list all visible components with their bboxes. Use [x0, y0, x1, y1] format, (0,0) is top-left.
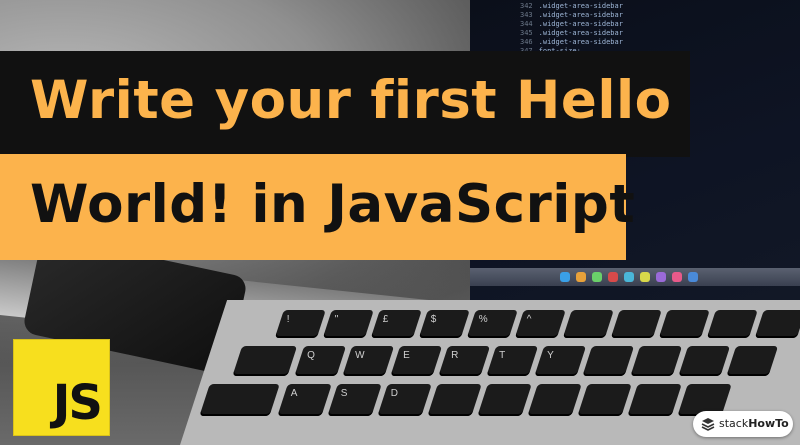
- headline-line-2: World! in JavaScript: [30, 174, 636, 235]
- stack-icon: [701, 418, 715, 431]
- keyboard-key: A: [277, 384, 332, 416]
- code-line: 345 .widget-area-sidebar: [520, 29, 623, 37]
- keyboard-key: [610, 310, 662, 338]
- app-icon: [656, 272, 666, 282]
- keyboard-key: Y: [534, 346, 587, 376]
- keyboard-key: W: [342, 346, 395, 376]
- keyboard-key: D: [377, 384, 432, 416]
- keyboard-key: [726, 346, 779, 376]
- keyboard-key: [678, 346, 731, 376]
- keyboard-key: [232, 346, 298, 376]
- keyboard-key: [582, 346, 635, 376]
- keyboard-key: [427, 384, 482, 416]
- brand-name: stackHowTo: [719, 417, 789, 430]
- keyboard-key: [627, 384, 682, 416]
- app-icon: [624, 272, 634, 282]
- keyboard-key: ^: [514, 310, 566, 338]
- thumbnail-canvas: 342 .widget-area-sidebar 343 .widget-area-…: [0, 0, 800, 445]
- app-icon: [608, 272, 618, 282]
- keyboard-key: £: [370, 310, 422, 338]
- keyboard-key: [658, 310, 710, 338]
- app-icon: [640, 272, 650, 282]
- keyboard-key: [706, 310, 758, 338]
- keyboard-key: [630, 346, 683, 376]
- keyboard-key: $: [418, 310, 470, 338]
- keyboard-key: S: [327, 384, 382, 416]
- app-icon: [576, 272, 586, 282]
- app-icon: [672, 272, 682, 282]
- code-line: 342 .widget-area-sidebar: [520, 2, 623, 10]
- keyboard-key: Q: [294, 346, 347, 376]
- keyboard-key: !: [274, 310, 326, 338]
- keyboard-key: %: [466, 310, 518, 338]
- keyboard-key: [754, 310, 800, 338]
- keyboard-key: [562, 310, 614, 338]
- app-icon: [592, 272, 602, 282]
- code-line: 343 .widget-area-sidebar: [520, 11, 623, 19]
- keyboard-key: [527, 384, 582, 416]
- keyboard-key: R: [438, 346, 491, 376]
- keyboard-key: T: [486, 346, 539, 376]
- javascript-logo-text: JS: [52, 375, 103, 431]
- keyboard-key: ": [322, 310, 374, 338]
- keyboard-key: E: [390, 346, 443, 376]
- brand-badge: stackHowTo: [693, 411, 793, 437]
- javascript-logo: JS: [13, 339, 110, 436]
- keyboard-key: [477, 384, 532, 416]
- code-line: 346 .widget-area-sidebar: [520, 38, 623, 46]
- code-line: 344 .widget-area-sidebar: [520, 20, 623, 28]
- app-icon: [560, 272, 570, 282]
- app-icon: [688, 272, 698, 282]
- macos-dock: [470, 268, 800, 286]
- keyboard-key: [199, 384, 280, 416]
- keyboard-key: [577, 384, 632, 416]
- headline-line-1: Write your first Hello: [30, 70, 672, 131]
